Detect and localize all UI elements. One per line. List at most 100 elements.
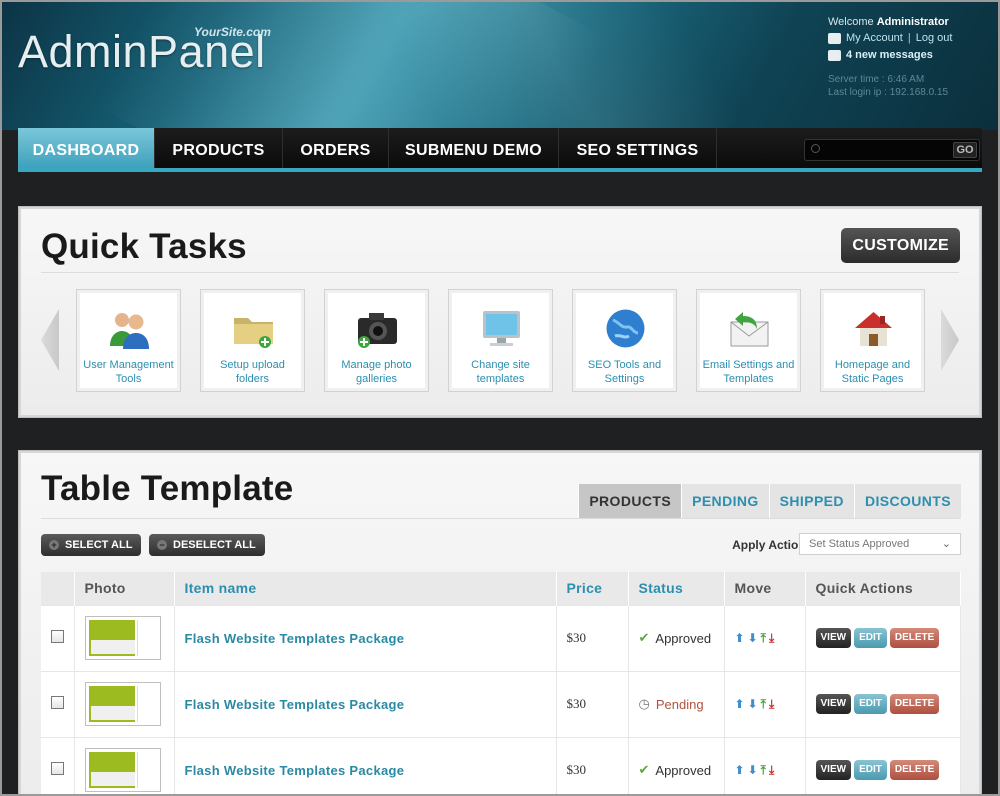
row-select-cell — [41, 736, 75, 794]
my-account-link[interactable]: My Account — [846, 32, 903, 44]
photo-cell — [74, 670, 175, 737]
server-time: Server time : 6:46 AM — [828, 74, 925, 85]
status-text: Approved — [655, 630, 712, 646]
quick-tasks-title: Quick Tasks — [41, 227, 247, 266]
status-text: Approved — [655, 762, 712, 778]
table-row: Flash Website Templates Package $30 ◷ Pen… — [41, 670, 961, 737]
item-name[interactable]: Flash Website Templates Package — [174, 670, 557, 737]
delete-button[interactable]: DELETE — [889, 694, 940, 714]
deselect-all-button[interactable]: − DESELECT ALL — [149, 534, 265, 556]
task-user-management[interactable]: User Management Tools — [76, 289, 181, 392]
carousel-next-arrow[interactable] — [941, 309, 959, 371]
item-price: $30 — [556, 604, 629, 671]
nav-dashboard[interactable]: DASHBOARD — [18, 128, 155, 168]
welcome-prefix: Welcome — [828, 16, 874, 28]
product-thumbnail — [84, 616, 161, 660]
move-controls: ⬆ ⬇ ⤒ ⤓ — [735, 631, 805, 646]
tab-shipped[interactable]: SHIPPED — [768, 484, 854, 519]
item-name[interactable]: Flash Website Templates Package — [174, 604, 557, 671]
search-go-button[interactable]: GO — [953, 142, 977, 158]
row-checkbox[interactable] — [51, 696, 64, 709]
edit-button[interactable]: EDIT — [854, 628, 887, 648]
messages-link[interactable]: 4 new messages — [846, 49, 933, 61]
table-tabs: PRODUCTS PENDING SHIPPED DISCOUNTS — [578, 484, 961, 519]
tab-pending[interactable]: PENDING — [681, 484, 769, 519]
messages-icon — [828, 49, 841, 61]
move-bottom-icon[interactable]: ⤓ — [769, 697, 774, 712]
task-label: Homepage and Static Pages — [834, 359, 911, 385]
item-name[interactable]: Flash Website Templates Package — [174, 736, 557, 794]
checkmark-icon: ✔ — [638, 630, 650, 645]
move-controls: ⬆ ⬇ ⤒ ⤓ — [735, 763, 805, 778]
column-quick-actions: Quick Actions — [805, 572, 961, 605]
select-column-header — [41, 572, 75, 605]
customize-button[interactable]: CUSTOMIZE — [841, 228, 960, 263]
move-up-icon[interactable]: ⬆ — [735, 697, 745, 712]
task-label: Manage photo galleries — [341, 359, 412, 385]
status-text: Pending — [655, 696, 704, 712]
move-down-icon[interactable]: ⬇ — [748, 697, 758, 712]
monitor-icon — [483, 311, 520, 346]
move-down-icon[interactable]: ⬇ — [748, 763, 758, 778]
row-checkbox[interactable] — [51, 630, 64, 643]
tab-discounts[interactable]: DISCOUNTS — [853, 484, 961, 519]
move-down-icon[interactable]: ⬇ — [748, 631, 758, 646]
nav-seo-settings[interactable]: SEO SETTINGS — [559, 128, 717, 168]
move-up-icon[interactable]: ⬆ — [735, 763, 745, 778]
status-cell: ✔ Approved — [628, 736, 725, 794]
view-button[interactable]: VIEW — [815, 628, 852, 648]
nav-submenu-demo[interactable]: SUBMENU DEMO — [389, 128, 559, 168]
logout-link[interactable]: Log out — [916, 32, 953, 44]
table-row: Flash Website Templates Package $30 ✔ App… — [41, 736, 961, 794]
quick-actions: VIEW EDIT DELETE — [815, 628, 961, 648]
logo-site-tag: YourSite.com — [194, 25, 271, 39]
row-checkbox[interactable] — [51, 762, 64, 776]
tab-products[interactable]: PRODUCTS — [578, 484, 682, 519]
move-top-icon[interactable]: ⤒ — [761, 763, 766, 778]
nav-orders[interactable]: ORDERS — [283, 128, 389, 168]
view-button[interactable]: VIEW — [815, 760, 852, 781]
edit-button[interactable]: EDIT — [854, 760, 887, 781]
folder-icon — [234, 318, 273, 348]
nav-products[interactable]: PRODUCTS — [155, 128, 283, 168]
account-separator: | — [907, 32, 911, 44]
move-top-icon[interactable]: ⤒ — [761, 631, 766, 646]
task-homepage-pages[interactable]: Homepage and Static Pages — [820, 289, 925, 392]
task-label: Setup upload folders — [220, 359, 285, 385]
deselect-all-label: DESELECT ALL — [173, 539, 256, 551]
minus-icon: − — [157, 540, 167, 550]
task-label: SEO Tools and Settings — [587, 359, 662, 385]
delete-button[interactable]: DELETE — [889, 628, 940, 648]
task-upload-folders[interactable]: Setup upload folders — [200, 289, 305, 392]
move-cell: ⬆ ⬇ ⤒ ⤓ — [724, 736, 806, 794]
envelope-icon — [730, 312, 769, 347]
item-price: $30 — [556, 670, 629, 737]
view-button[interactable]: VIEW — [815, 694, 852, 714]
task-site-templates[interactable]: Change site templates — [448, 289, 553, 392]
move-bottom-icon[interactable]: ⤓ — [769, 763, 774, 778]
search-box[interactable]: GO — [804, 139, 980, 161]
carousel-prev-arrow[interactable] — [41, 309, 59, 371]
products-table: Photo Item name Price Status Move Quick … — [41, 572, 961, 794]
table-template-title: Table Template — [41, 469, 294, 508]
quick-tasks-panel: Quick Tasks CUSTOMIZE User Management To… — [18, 206, 982, 418]
select-all-button[interactable]: + SELECT ALL — [41, 534, 142, 556]
move-up-icon[interactable]: ⬆ — [735, 631, 745, 646]
item-price: $30 — [556, 736, 629, 794]
edit-button[interactable]: EDIT — [854, 694, 887, 714]
quick-tasks-divider — [41, 272, 959, 273]
chevron-down-icon: ⌄ — [941, 538, 951, 550]
task-photo-galleries[interactable]: Manage photo galleries — [324, 289, 429, 392]
house-icon — [855, 312, 892, 346]
task-seo-tools[interactable]: SEO Tools and Settings — [572, 289, 677, 392]
task-email-settings[interactable]: Email Settings and Templates — [696, 289, 801, 392]
admin-panel-window: AdminPanel YourSite.com Welcome Administ… — [0, 0, 1000, 796]
users-icon — [110, 313, 149, 349]
move-controls: ⬆ ⬇ ⤒ ⤓ — [735, 697, 805, 712]
table-row: Flash Website Templates Package $30 ✔ App… — [41, 604, 961, 671]
welcome-user: Administrator — [876, 16, 949, 28]
delete-button[interactable]: DELETE — [889, 760, 940, 781]
move-top-icon[interactable]: ⤒ — [761, 697, 766, 712]
move-bottom-icon[interactable]: ⤓ — [769, 631, 774, 646]
apply-action-select[interactable]: Set Status Approved ⌄ — [799, 533, 961, 555]
